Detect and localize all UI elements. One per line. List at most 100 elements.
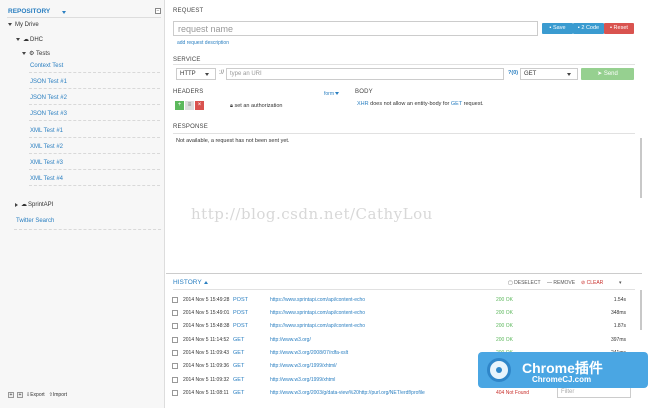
add-description-link[interactable]: add request description xyxy=(177,40,229,46)
badge-domain: ChromeCJ.com xyxy=(532,375,592,384)
lock-icon: 🔒︎ xyxy=(230,103,233,109)
import-button[interactable]: ⇧Import xyxy=(49,392,67,398)
tree-project-sprintapi[interactable]: ☁SprintAPI xyxy=(15,201,53,208)
row-checkbox[interactable] xyxy=(172,363,178,369)
caret-right-icon[interactable] xyxy=(15,202,18,207)
row-status: 200 OK xyxy=(496,323,513,329)
row-url[interactable]: https://www.sprintapi.com/api/content-ec… xyxy=(270,297,365,303)
row-checkbox[interactable] xyxy=(172,337,178,343)
scrollbar[interactable] xyxy=(640,138,642,198)
cloud-icon: ☁ xyxy=(21,202,27,208)
history-title[interactable]: HISTORY xyxy=(173,279,208,286)
row-url[interactable]: http://www.w3.org/ xyxy=(270,337,311,343)
caret-down-icon[interactable] xyxy=(16,38,20,41)
request-item[interactable]: XML Test #3 xyxy=(29,158,160,170)
row-status: 404 Not Found xyxy=(496,390,530,396)
row-checkbox[interactable] xyxy=(172,310,178,316)
history-row[interactable]: 2014 Nov 5 11:14:52 GET http://www.w3.org/… xyxy=(172,334,634,347)
body-section-title: BODY xyxy=(355,89,373,95)
request-item[interactable]: JSON Test #1 xyxy=(29,77,160,89)
chevron-up-icon xyxy=(203,280,208,284)
method-select[interactable]: GET xyxy=(520,68,578,80)
row-date: 2014 Nov 5 11:09:43 xyxy=(183,350,230,356)
row-method: GET xyxy=(233,363,245,369)
caret-down-icon[interactable] xyxy=(22,52,26,55)
body-message: XHR does not allow an entity-body for GE… xyxy=(357,101,484,107)
tree-project-dhc[interactable]: ☁DHC xyxy=(16,36,43,43)
row-status: 200 OK xyxy=(496,310,513,316)
row-checkbox[interactable] xyxy=(172,377,178,383)
save-button[interactable]: ▪ Save xyxy=(542,23,573,34)
request-item[interactable]: JSON Test #3 xyxy=(29,109,160,121)
row-url[interactable]: http://www.w3.org/2008/07/rdfa-xslt xyxy=(270,350,348,356)
request-item[interactable]: XML Test #1 xyxy=(29,126,160,138)
history-scrollbar[interactable] xyxy=(640,290,642,330)
request-item[interactable]: XML Test #4 xyxy=(29,174,160,186)
chromecj-badge: Chrome插件 ChromeCJ.com xyxy=(478,352,648,388)
row-url[interactable]: https://www.sprintapi.com/api/content-ec… xyxy=(270,323,365,329)
caret-down-icon[interactable] xyxy=(8,22,12,26)
request-section-title: REQUEST xyxy=(173,8,204,14)
history-row[interactable]: 2014 Nov 5 15:49:01 POST https://www.sprin… xyxy=(172,307,634,320)
collapse-panel-icon[interactable]: − xyxy=(155,8,161,14)
repository-title[interactable]: REPOSITORY xyxy=(8,8,50,15)
history-menu-icon[interactable]: ▾ xyxy=(619,280,622,286)
protocol-separator: :// xyxy=(219,70,225,76)
divider xyxy=(173,289,635,290)
tree-drive[interactable]: My Drive xyxy=(8,22,39,28)
set-authorization-link[interactable]: 🔒︎ set an authorization xyxy=(230,103,282,110)
divider xyxy=(14,229,161,230)
chevron-down-icon xyxy=(335,92,340,96)
headers-section-title: HEADERS xyxy=(173,89,204,95)
row-checkbox[interactable] xyxy=(172,323,178,329)
row-url[interactable]: http://www.w3.org/1999/xhtml/ xyxy=(270,363,337,369)
request-item[interactable]: XML Test #2 xyxy=(29,142,160,154)
row-url[interactable]: https://www.sprintapi.com/api/content-ec… xyxy=(270,310,365,316)
tree-folder-tests[interactable]: ⚙ Tests xyxy=(22,50,50,57)
response-message: Not available, a request has not been se… xyxy=(176,138,290,144)
history-row[interactable]: 2014 Nov 5 15:49:28 POST https://www.sprin… xyxy=(172,294,634,307)
history-row[interactable]: 2014 Nov 5 15:48:38 POST https://www.sprin… xyxy=(172,320,634,333)
row-url[interactable]: http://www.w3.org/2003/g/data-view%20htt… xyxy=(270,390,425,396)
twitter-search-item[interactable]: Twitter Search xyxy=(16,218,54,224)
chevron-down-icon xyxy=(205,73,209,76)
row-checkbox[interactable] xyxy=(172,390,178,396)
gear-icon: ⚙ xyxy=(29,51,35,57)
row-checkbox[interactable] xyxy=(172,297,178,303)
add-header-button[interactable]: + xyxy=(175,101,184,110)
deselect-button[interactable]: ▢ DESELECT xyxy=(508,280,541,286)
add-icon[interactable]: + xyxy=(8,392,14,398)
row-checkbox[interactable] xyxy=(172,350,178,356)
export-button[interactable]: ⇩Export xyxy=(26,392,45,398)
repository-panel: REPOSITORY − My Drive ☁DHC ⚙ Tests Contex… xyxy=(0,0,165,408)
cloud-icon: ☁ xyxy=(23,37,29,43)
row-status: 200 OK xyxy=(496,297,513,303)
chevron-down-icon[interactable] xyxy=(62,11,66,14)
request-item[interactable]: Context Test xyxy=(29,61,160,73)
row-date: 2014 Nov 5 15:49:01 xyxy=(183,310,230,316)
save-icon: ▪ xyxy=(549,25,552,31)
row-method: GET xyxy=(233,390,245,396)
protocol-select[interactable]: HTTP xyxy=(176,68,216,80)
request-name-input[interactable]: request name xyxy=(173,21,538,36)
form-toggle[interactable]: form xyxy=(324,91,342,97)
row-time: 1.87s xyxy=(613,323,626,329)
code-icon: ▪ xyxy=(577,25,580,31)
chevron-down-icon xyxy=(567,73,571,76)
edit-headers-button[interactable]: ≡ xyxy=(185,101,194,110)
query-params-link[interactable]: ?(0) xyxy=(508,70,518,76)
row-date: 2014 Nov 5 11:09:32 xyxy=(183,377,230,383)
code-button[interactable]: ▪ 2 Code xyxy=(573,23,604,34)
divider xyxy=(173,133,635,134)
remove-button[interactable]: — REMOVE xyxy=(547,280,575,286)
row-url[interactable]: http://www.w3.org/1999/xhtml xyxy=(270,377,335,383)
uri-input[interactable]: type an URI xyxy=(226,68,504,80)
reset-button[interactable]: ▪ Reset xyxy=(604,23,634,34)
request-item[interactable]: JSON Test #2 xyxy=(29,93,160,105)
remove-header-button[interactable]: × xyxy=(195,101,204,110)
response-section-title: RESPONSE xyxy=(173,124,208,130)
add-folder-icon[interactable]: + xyxy=(17,392,23,398)
send-button[interactable]: ➤ Send xyxy=(581,68,634,80)
row-method: POST xyxy=(233,310,248,316)
clear-button[interactable]: ⊘ CLEAR xyxy=(581,280,603,286)
